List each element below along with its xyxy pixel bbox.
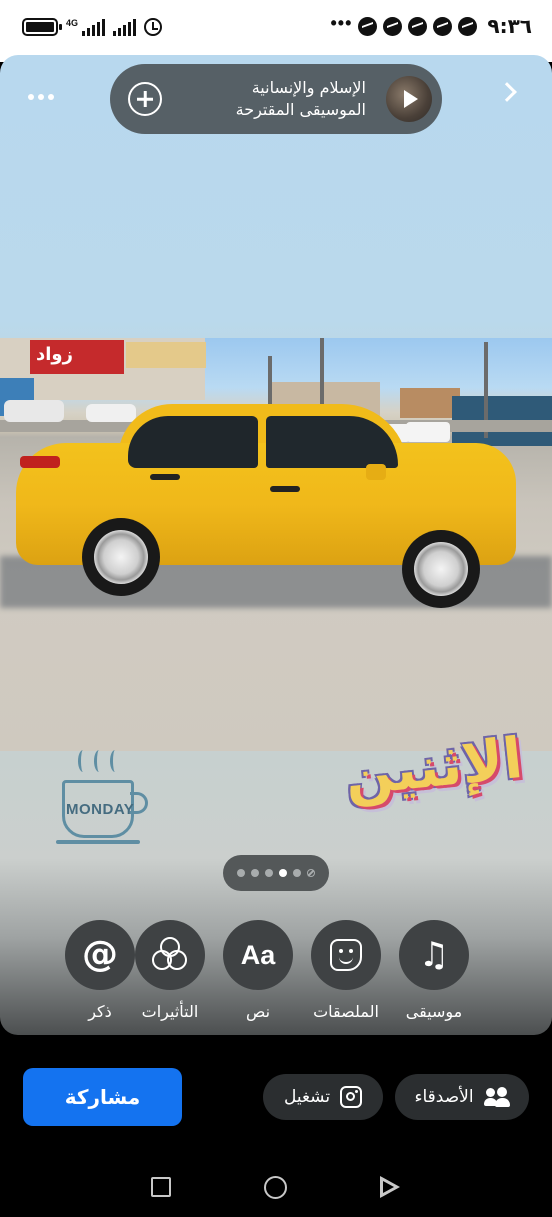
front-wheel — [402, 530, 480, 608]
tool-text[interactable]: Aa نص — [213, 920, 303, 1021]
door-handle — [150, 474, 180, 480]
day-sticker[interactable]: الإثنين — [336, 725, 534, 834]
tail-light — [20, 456, 60, 468]
friends-button[interactable]: الأصدقاء — [395, 1074, 529, 1120]
text-icon: Aa — [240, 939, 276, 970]
alarm-icon — [144, 18, 163, 36]
messenger-icon — [358, 16, 378, 36]
status-left: 4G — [22, 18, 163, 36]
clock: ٩:٣٦ — [487, 14, 532, 38]
music-pill[interactable]: الإسلام والإنسانية الموسيقى المقترحة — [110, 64, 442, 134]
signal-icon — [82, 18, 106, 36]
messenger-icon — [433, 16, 453, 36]
back-button[interactable] — [380, 1176, 400, 1198]
add-icon[interactable] — [128, 82, 162, 116]
monday-mug-sticker[interactable]: MONDAY — [56, 750, 152, 850]
door-handle — [270, 486, 300, 492]
more-notifications-icon: ••• — [330, 12, 353, 33]
sticker-icon — [330, 939, 362, 971]
signal-icon — [113, 18, 137, 36]
song-info: الإسلام والإنسانية الموسيقى المقترحة — [236, 77, 366, 121]
tool-music[interactable]: ♫ موسيقى — [389, 920, 479, 1021]
instagram-icon — [340, 1086, 363, 1108]
page-dot-active — [279, 869, 287, 877]
side-mirror — [366, 464, 386, 480]
story-photo: زواد — [0, 338, 552, 751]
messenger-icon — [458, 16, 478, 36]
page-dot — [265, 869, 273, 877]
song-title: الإسلام والإنسانية — [251, 78, 366, 97]
tool-text-label: نص — [245, 1002, 271, 1021]
effects-icon — [152, 937, 188, 973]
friends-label: الأصدقاء — [414, 1087, 474, 1107]
song-thumbnail[interactable] — [386, 76, 432, 122]
parked-car — [406, 422, 450, 442]
rear-wheel — [82, 518, 160, 596]
more-options-button[interactable] — [28, 91, 56, 103]
page-dot — [251, 869, 259, 877]
tool-effects-label: التأثيرات — [141, 1002, 199, 1021]
music-icon: ♫ — [418, 935, 450, 975]
page-dot — [237, 869, 245, 877]
page-dot — [293, 869, 301, 877]
building — [400, 388, 460, 418]
tool-stickers-label: الملصقات — [313, 1002, 379, 1021]
status-right: ••• ٩:٣٦ — [330, 12, 532, 39]
network-type-label: 4G — [66, 18, 79, 28]
tool-effects[interactable]: التأثيرات — [125, 920, 215, 1021]
tool-music-label: موسيقى — [405, 1002, 463, 1021]
parked-car — [4, 400, 64, 422]
parked-car — [86, 404, 136, 422]
rear-window — [128, 416, 258, 468]
hidden-page-icon — [307, 869, 315, 877]
shop-sign-text: زواد — [36, 344, 73, 365]
page-indicator[interactable] — [223, 855, 329, 891]
play-icon — [404, 90, 418, 108]
messenger-icon — [408, 16, 428, 36]
play-label: تشغيل — [283, 1087, 331, 1107]
shop-sign: زواد — [30, 340, 124, 374]
chevron-right-icon[interactable] — [497, 82, 517, 102]
recents-button[interactable] — [151, 1177, 171, 1197]
friends-icon — [483, 1087, 510, 1107]
story-card: الإسلام والإنسانية الموسيقى المقترحة زوا… — [0, 55, 552, 1035]
song-subtitle: الموسيقى المقترحة — [235, 100, 366, 119]
play-button[interactable]: تشغيل — [263, 1074, 383, 1120]
mention-icon: @ — [82, 934, 118, 975]
share-button[interactable]: مشاركة — [23, 1068, 182, 1126]
tool-stickers[interactable]: الملصقات — [301, 920, 391, 1021]
building — [126, 342, 206, 368]
home-button[interactable] — [264, 1176, 287, 1199]
messenger-icon — [383, 16, 403, 36]
status-bar: 4G ••• ٩:٣٦ — [0, 0, 552, 62]
battery-icon — [22, 18, 62, 36]
mug-text: MONDAY — [66, 801, 135, 818]
